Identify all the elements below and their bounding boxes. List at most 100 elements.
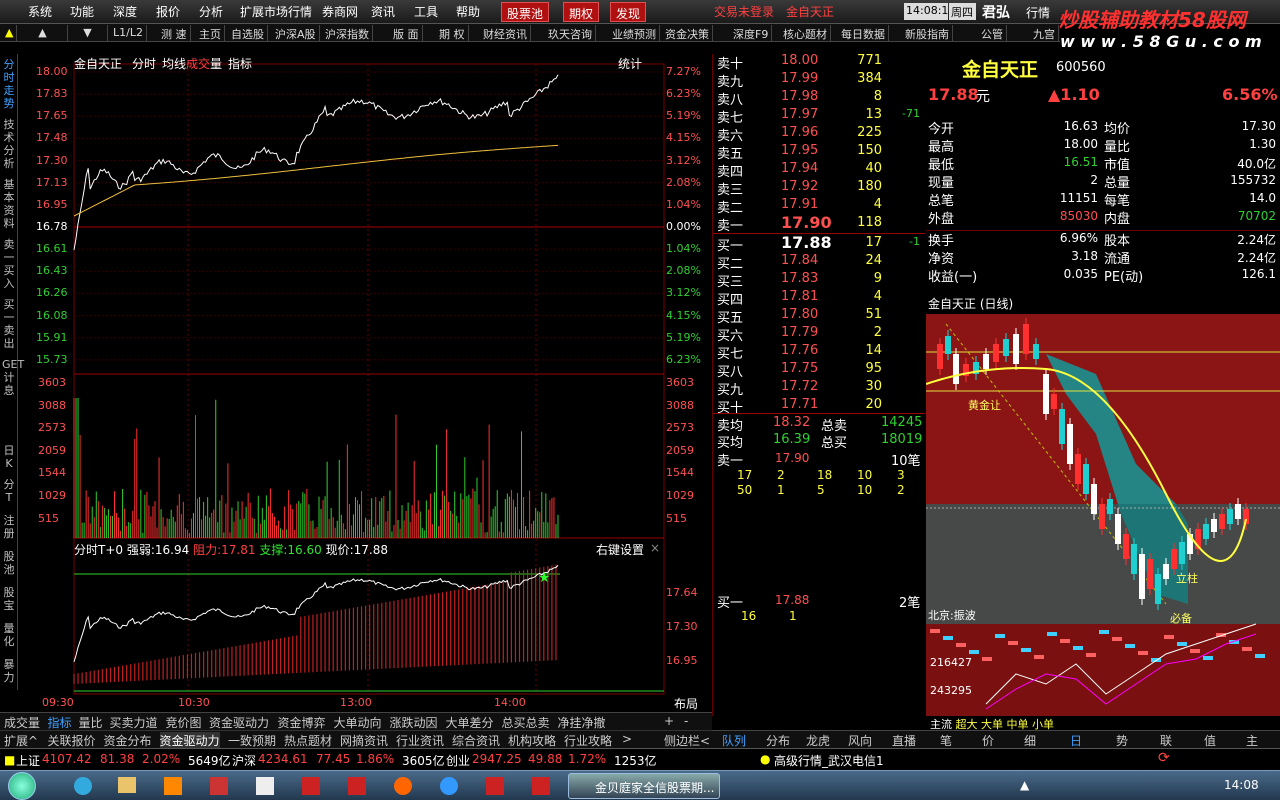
vtab-day-k[interactable]: 日K — [2, 444, 16, 470]
app-icon-5[interactable] — [440, 777, 458, 795]
extension-tab[interactable]: 资金分布 — [104, 732, 152, 749]
vtab-intraday[interactable]: 分时走势 — [2, 58, 16, 110]
ie-icon[interactable] — [74, 777, 92, 795]
intraday-chart-svg[interactable]: ★ — [20, 54, 710, 710]
indicator-tab[interactable]: 竞价图 — [166, 714, 202, 731]
tb-fund-decision[interactable]: 资金决策 — [662, 25, 713, 41]
buy_orders-row[interactable]: 买二 17.84 24 — [717, 253, 922, 272]
chart-indicator-label[interactable]: 指标 — [228, 55, 252, 72]
indicator-tab[interactable]: 总买总卖 — [502, 714, 550, 731]
buy_orders-row[interactable]: 买六 17.79 2 — [717, 325, 922, 344]
right-tab[interactable]: 联 — [1160, 732, 1172, 749]
app-icon-1[interactable] — [210, 777, 228, 795]
menu-system[interactable]: 系统 — [28, 3, 52, 20]
vtab-stock-pool[interactable]: 股池 — [2, 550, 16, 576]
tb-public[interactable]: 公管 — [978, 25, 1007, 41]
buy_orders-row[interactable]: 买四 17.81 4 — [717, 289, 922, 308]
server-name[interactable]: 高级行情_武汉电信1 — [774, 752, 884, 769]
zoom-out-icon[interactable]: - — [684, 714, 688, 728]
buy_orders-row[interactable]: 买九 17.72 30 — [717, 379, 922, 398]
indicator-tab[interactable]: 资金驱动力 — [209, 714, 269, 731]
right-tab[interactable]: 日 — [1070, 732, 1082, 749]
right-tab[interactable]: 值 — [1204, 732, 1216, 749]
chart-stats-button[interactable]: 统计 — [618, 55, 642, 72]
indicator-tab[interactable]: 大单动向 — [334, 714, 382, 731]
extension-tab[interactable]: 扩展^ — [4, 732, 38, 749]
tray-icon-1[interactable]: ▲ — [1020, 778, 1029, 792]
indicator-tab[interactable]: 成交量 — [4, 714, 40, 731]
chart-intraday-label[interactable]: 分时 — [132, 55, 156, 72]
menu-depth[interactable]: 深度 — [113, 3, 137, 20]
discover-button[interactable]: 发现 — [610, 2, 647, 22]
app-icon-3[interactable] — [302, 777, 320, 795]
options-button[interactable]: 期权 — [563, 2, 600, 22]
buy_orders-row[interactable]: 买八 17.75 95 — [717, 361, 922, 380]
login-status[interactable]: 交易未登录 — [714, 3, 774, 20]
right-tab[interactable]: 风向 — [848, 732, 872, 749]
browser-icon[interactable] — [394, 777, 412, 795]
zoom-in-icon[interactable]: + — [664, 714, 674, 728]
indicator-tab[interactable]: 大单差分 — [446, 714, 494, 731]
next-icon[interactable]: ▼ — [68, 25, 108, 41]
taskbar-app-button[interactable]: 金贝庭家全信股票期... — [568, 773, 720, 799]
nav-up-icon[interactable]: ▲ — [2, 25, 18, 41]
right-tab[interactable]: 直播 — [892, 732, 916, 749]
tb-core-topics[interactable]: 核心题材 — [780, 25, 831, 41]
intraday-chart-panel[interactable]: ★ 金自天正 分时 均线 成交 量 指标 统计 18.00 7.27% 17.83 6… — [20, 54, 710, 711]
folder-icon[interactable] — [118, 777, 136, 793]
sell_orders-row[interactable]: 卖四 17.94 40 — [717, 161, 922, 180]
right-tab[interactable]: 势 — [1116, 732, 1128, 749]
sell_orders-row[interactable]: 卖十 18.00 771 — [717, 53, 922, 72]
tb-finance-news[interactable]: 财经资讯 — [480, 25, 531, 41]
tb-hs-index[interactable]: 沪深指数 — [322, 25, 373, 41]
buy_orders-row[interactable]: 买七 17.76 14 — [717, 343, 922, 362]
sell_orders-row[interactable]: 卖六 17.96 225 — [717, 125, 922, 144]
extension-tab[interactable]: 综合资讯 — [452, 732, 500, 749]
tb-hs-ashares[interactable]: 沪深A股 — [272, 25, 320, 41]
menu-extended-market[interactable]: 扩展市场行情 — [240, 3, 312, 20]
sh-label[interactable]: 上证 — [16, 752, 40, 769]
vtab-violent[interactable]: 暴力 — [2, 658, 16, 684]
chart-trade-label[interactable]: 成交 — [186, 55, 210, 72]
right-tab[interactable]: 细 — [1024, 732, 1036, 749]
app-icon-2[interactable] — [256, 777, 274, 795]
vtab-stock-treasure[interactable]: 股宝 — [2, 586, 16, 612]
refresh-icon[interactable]: ⟳ — [1158, 750, 1170, 766]
extension-tab[interactable]: 一致预期 — [228, 732, 276, 749]
tb-l1l2[interactable]: L1/L2 — [110, 25, 147, 41]
tb-ipo-guide[interactable]: 新股指南 — [902, 25, 953, 41]
tb-home[interactable]: 主页 — [196, 25, 225, 41]
buy_orders-row[interactable]: 买一 17.88 17 -1 — [717, 233, 922, 254]
sell_orders-row[interactable]: 卖七 17.97 13 -71 — [717, 107, 922, 126]
cy-label[interactable]: 创业 — [446, 752, 470, 769]
indicator-tab[interactable]: 涨跌动因 — [390, 714, 438, 731]
right-tab[interactable]: 龙虎 — [806, 732, 830, 749]
right-tab[interactable]: 主 — [1246, 732, 1258, 749]
extension-tab[interactable]: 资金驱动力 — [159, 732, 220, 749]
hs-label[interactable]: 沪深 — [232, 752, 256, 769]
sell_orders-row[interactable]: 卖九 17.99 384 — [717, 71, 922, 90]
tb-nine[interactable]: 九宫 — [1030, 25, 1059, 41]
tb-jiutian[interactable]: 玖天咨询 — [545, 25, 596, 41]
vtab-quant[interactable]: 量化 — [2, 622, 16, 648]
prev-icon[interactable]: ▲ — [18, 25, 68, 41]
app-icon-7[interactable] — [532, 777, 550, 795]
extension-tab[interactable]: 关联报价 — [48, 732, 96, 749]
extension-tab[interactable]: 机构攻略 — [508, 732, 556, 749]
vtab-fundamentals[interactable]: 基本资料 — [2, 178, 16, 230]
queue-sell-count[interactable]: 10笔 — [891, 450, 921, 469]
chart-volume-label[interactable]: 量 — [210, 55, 222, 72]
close-icon[interactable]: × — [650, 541, 660, 555]
start-icon[interactable] — [8, 772, 36, 800]
sell_orders-row[interactable]: 卖三 17.92 180 — [717, 179, 922, 198]
app-icon-6[interactable] — [486, 777, 504, 795]
daily-kline-panel[interactable] — [926, 314, 1280, 716]
indicator-tab[interactable]: 指标 — [48, 714, 72, 731]
queue-buy-count[interactable]: 2笔 — [899, 592, 920, 611]
indicator-tab[interactable]: 买卖力道 — [110, 714, 158, 731]
extension-tab[interactable]: 行业资讯 — [396, 732, 444, 749]
menu-news[interactable]: 资讯 — [371, 3, 395, 20]
indicator-tab[interactable]: 量比 — [79, 714, 103, 731]
extension-tab[interactable]: 热点题材 — [284, 732, 332, 749]
vtab-technical[interactable]: 技术分析 — [2, 118, 16, 170]
